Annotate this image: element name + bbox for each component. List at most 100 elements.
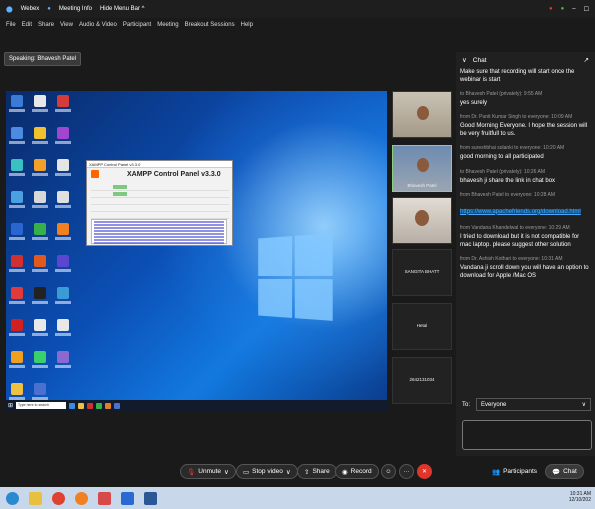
- chat-input[interactable]: [462, 420, 592, 450]
- record-button[interactable]: ◉ Record: [335, 464, 379, 479]
- meeting-info-button[interactable]: Meeting Info: [59, 6, 92, 12]
- unmute-button[interactable]: 🎙 Unmute ∨: [180, 464, 236, 479]
- record-icon: ◉: [342, 468, 348, 476]
- participant-name: Hetal: [416, 323, 428, 328]
- start-icon: ⊞: [8, 403, 14, 409]
- participant-tile[interactable]: 2642131034: [392, 357, 452, 404]
- desktop-icon[interactable]: [8, 319, 26, 339]
- chat-message: from Dr. Punit Kumar Singh to everyone: …: [456, 114, 595, 138]
- menu-audio-video[interactable]: Audio & Video: [79, 22, 117, 28]
- desktop-icon[interactable]: [54, 127, 72, 147]
- end-meeting-button[interactable]: ✕: [417, 464, 432, 479]
- desktop-icon[interactable]: [31, 95, 49, 115]
- menu-bar: File Edit Share View Audio & Video Parti…: [0, 18, 450, 32]
- menu-breakout-sessions[interactable]: Breakout Sessions: [185, 22, 235, 28]
- participant-name: Bhavesh Patel: [407, 183, 437, 188]
- app-icon[interactable]: [98, 491, 111, 505]
- desktop-icon[interactable]: [8, 255, 26, 275]
- chat-messages: Make sure that recording will start once…: [456, 68, 595, 280]
- menu-edit[interactable]: Edit: [22, 22, 32, 28]
- desktop-icon[interactable]: [8, 223, 26, 243]
- desktop-icon[interactable]: [8, 127, 26, 147]
- desktop-icon[interactable]: [31, 319, 49, 339]
- desktop-icon[interactable]: [54, 287, 72, 307]
- recording-indicator-icon: ●: [549, 6, 553, 12]
- more-options-button[interactable]: ···: [399, 464, 414, 479]
- message-text: Make sure that recording will start once…: [460, 69, 575, 84]
- desktop-icon[interactable]: [8, 95, 26, 115]
- desktop-icon[interactable]: [8, 351, 26, 371]
- desktop-icon[interactable]: [8, 287, 26, 307]
- word-icon[interactable]: [144, 491, 157, 505]
- desktop-icon[interactable]: [31, 255, 49, 275]
- message-sender: to Bhavesh Patel (privately): 9:55 AM: [460, 91, 543, 98]
- recipient-select[interactable]: Everyone ∨: [476, 398, 592, 411]
- participant-name: 2642131034: [409, 377, 435, 382]
- menu-share[interactable]: Share: [38, 22, 54, 28]
- desktop-icon[interactable]: [54, 223, 72, 243]
- share-button[interactable]: ⇧ Share: [297, 464, 337, 479]
- collapse-chevron-icon[interactable]: ∨: [462, 56, 467, 64]
- chrome-icon[interactable]: [52, 491, 65, 505]
- minimize-button[interactable]: –: [572, 6, 575, 12]
- message-link[interactable]: https://www.apachefriends.org/download.h…: [460, 208, 581, 215]
- participant-face: [417, 158, 429, 172]
- edge-icon[interactable]: [6, 491, 19, 505]
- chat-title: Chat: [472, 56, 487, 64]
- title-bar: ⬤ Webex ● Meeting Info Hide Menu Bar ^ ●…: [0, 0, 595, 18]
- menu-meeting[interactable]: Meeting: [157, 22, 178, 28]
- to-label: To:: [462, 401, 471, 408]
- reactions-button[interactable]: ☺: [381, 464, 396, 479]
- firefox-icon[interactable]: [75, 491, 88, 505]
- participant-tile[interactable]: [392, 91, 452, 138]
- participant-tile[interactable]: Bhavesh Patel: [392, 145, 452, 192]
- desktop-icon[interactable]: [8, 191, 26, 211]
- chat-message: from Dr. Ashish Kothari to everyone: 10:…: [456, 256, 595, 280]
- desktop-icon[interactable]: [31, 159, 49, 179]
- desktop-icon[interactable]: [8, 159, 26, 179]
- desktop-icon[interactable]: [54, 351, 72, 371]
- xampp-window[interactable]: XAMPP Control Panel v3.3.0 XAMPP Control…: [86, 160, 233, 246]
- webex-icon[interactable]: [121, 491, 134, 505]
- chat-message: Make sure that recording will start once…: [456, 68, 595, 84]
- menu-participant[interactable]: Participant: [123, 22, 151, 28]
- recipient-row: To: Everyone ∨: [462, 398, 592, 411]
- xampp-service-row: [91, 185, 229, 191]
- stop-video-button[interactable]: ▭ Stop video ∨: [236, 464, 298, 479]
- hide-menu-bar-button[interactable]: Hide Menu Bar ^: [100, 6, 145, 12]
- chat-button[interactable]: 💬 Chat: [545, 464, 584, 479]
- participants-button[interactable]: 👥 Participants: [486, 464, 543, 479]
- taskbar-app-icon: [114, 402, 121, 409]
- message-sender: from Dr. Punit Kumar Singh to everyone: …: [460, 114, 573, 121]
- message-sender: from Bhavesh Patel to everyone: 10:28 AM: [460, 191, 556, 198]
- video-icon: ▭: [243, 468, 250, 476]
- menu-help[interactable]: Help: [241, 22, 253, 28]
- participant-tile[interactable]: SANGITA BHATT: [392, 249, 452, 296]
- popout-icon[interactable]: ↗: [584, 56, 589, 64]
- message-text: good morning to all participated: [460, 154, 544, 161]
- maximize-button[interactable]: ☐: [584, 6, 589, 13]
- message-text: yes surely: [460, 100, 488, 107]
- message-text: I tried to download but it is not compat…: [460, 233, 580, 248]
- desktop-icon[interactable]: [31, 287, 49, 307]
- file-explorer-icon[interactable]: [29, 491, 42, 505]
- desktop-icon[interactable]: [54, 319, 72, 339]
- menu-file[interactable]: File: [6, 22, 16, 28]
- desktop-icon[interactable]: [31, 351, 49, 371]
- message-sender: from Vandana Khandelwal to everyone: 10:…: [460, 224, 570, 231]
- desktop-icon[interactable]: [54, 159, 72, 179]
- desktop-icon[interactable]: [31, 191, 49, 211]
- menu-view[interactable]: View: [60, 22, 73, 28]
- desktop-icon[interactable]: [54, 255, 72, 275]
- participant-face: [415, 210, 429, 226]
- mic-muted-icon: 🎙: [187, 468, 196, 476]
- participant-tile[interactable]: Hetal: [392, 303, 452, 350]
- desktop-icon[interactable]: [54, 191, 72, 211]
- shared-screen: XAMPP Control Panel v3.3.0 XAMPP Control…: [6, 91, 387, 411]
- message-sender: from Dr. Ashish Kothari to everyone: 10:…: [460, 255, 563, 262]
- desktop-icon[interactable]: [54, 95, 72, 115]
- participant-tile[interactable]: [392, 197, 452, 244]
- xampp-service-row: [91, 206, 229, 212]
- desktop-icon[interactable]: [31, 127, 49, 147]
- desktop-icon[interactable]: [31, 223, 49, 243]
